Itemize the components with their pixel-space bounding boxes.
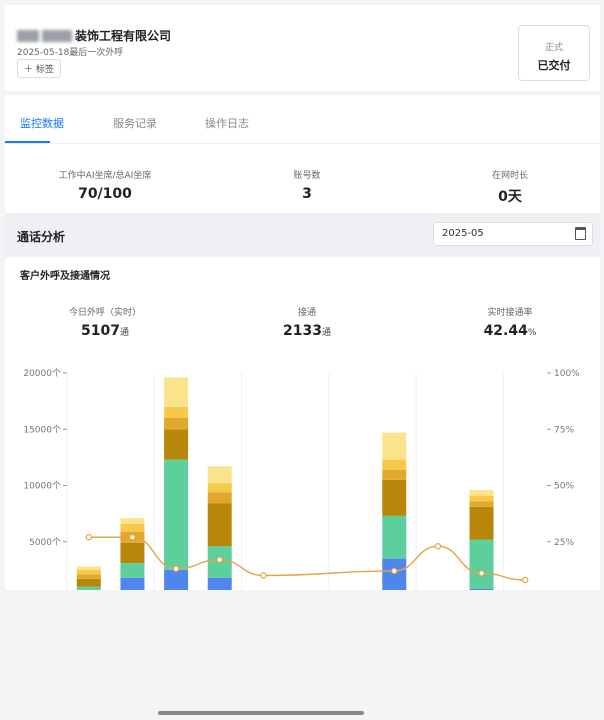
bar-segment: [76, 578, 101, 587]
bar-segment: [382, 515, 407, 559]
stat-accounts: 账号数 3: [227, 168, 387, 202]
left-tick-label: 5000个: [29, 537, 61, 548]
stat-label: 在网时长: [491, 171, 528, 181]
connect-rate-point: [478, 570, 485, 577]
right-tick-label: 100%: [554, 369, 580, 379]
tab-service-records[interactable]: 服务记录: [113, 115, 157, 131]
bar-segment: [120, 518, 145, 524]
summary-label: 实时接通率: [487, 308, 533, 318]
bar-segment: [207, 492, 232, 504]
bar-segment: [164, 377, 189, 407]
bar-segment: [120, 577, 145, 590]
stat-value: 70/100: [78, 186, 132, 202]
status-value: 已交付: [537, 59, 571, 72]
connect-rate-point: [391, 567, 398, 575]
summary-connect-rate: 实时接通率 42.44%: [430, 305, 590, 339]
right-tick-label: 75%: [554, 425, 574, 435]
summary-label: 接通: [297, 308, 316, 318]
bar-segment: [382, 459, 407, 470]
bar-segment: [382, 558, 407, 590]
month-picker[interactable]: 2025-05: [433, 222, 593, 246]
summary-value: 42.44%: [483, 323, 537, 339]
redacted-text: [42, 29, 72, 42]
section-title: 客户外呼及接通情况: [20, 271, 110, 282]
bar-segment: [164, 406, 189, 418]
bar-segment: [382, 479, 407, 516]
stat-label: 账号数: [293, 171, 321, 181]
bar-segment: [120, 523, 145, 532]
stat-ai-seats: 工作中AI坐席/总AI坐席 70/100: [25, 168, 185, 202]
add-tag-button[interactable]: ＋ 标签: [17, 59, 61, 78]
summary-today-calls: 今日外呼（实时） 5107通: [25, 305, 185, 339]
empty-area: [0, 590, 604, 720]
connect-rate-point: [129, 534, 136, 541]
summary-connected: 接通 2133通: [227, 305, 387, 339]
calendar-icon: [575, 227, 586, 240]
bar-segment: [76, 566, 101, 570]
summary-value: 5107通: [81, 323, 129, 339]
left-tick-label: 10000个: [23, 481, 61, 492]
summary-label: 今日外呼（实时）: [68, 308, 141, 318]
connect-rate-point: [172, 565, 180, 572]
bar-segment: [207, 483, 232, 493]
bar-segment: [164, 429, 189, 460]
bar-segment: [207, 577, 232, 590]
summary-value: 2133通: [283, 323, 331, 339]
right-tick-label: 50%: [554, 482, 574, 492]
active-tab-indicator: [5, 141, 50, 143]
status-badge: 正式 已交付: [518, 25, 590, 81]
month-value: 2025-05: [442, 228, 484, 239]
bar-segment: [164, 459, 189, 570]
bar-segment: [469, 501, 494, 507]
last-call-time: 2025-05-18最后一次外呼: [17, 48, 124, 58]
home-indicator[interactable]: [158, 711, 364, 715]
call-analysis-header: 通话分析 2025-05: [5, 213, 600, 257]
connect-rate-point: [521, 576, 529, 584]
bar-segment: [164, 418, 189, 430]
tab-operation-log[interactable]: 操作日志: [205, 115, 249, 131]
left-tick-label: 15000个: [23, 424, 61, 435]
redacted-text: [17, 29, 39, 42]
customer-card: 装饰工程有限公司 2025-05-18最后一次外呼 ＋ 标签 正式 已交付 监控…: [5, 5, 600, 590]
right-tick-label: 25%: [554, 538, 574, 548]
tab-monitoring[interactable]: 监控数据: [20, 115, 64, 131]
tab-bar: 监控数据 服务记录 操作日志: [5, 103, 600, 144]
add-tag-label: 标签: [35, 65, 54, 75]
connect-rate-point: [216, 556, 223, 563]
connect-rate-point: [260, 572, 267, 579]
stat-label: 工作中AI坐席/总AI坐席: [58, 171, 152, 181]
stat-online-duration: 在网时长 0天: [430, 168, 590, 206]
bar-segment: [76, 569, 101, 575]
stat-value: 3: [302, 186, 312, 202]
bar-segment: [76, 574, 101, 579]
left-tick-label: 20000个: [23, 368, 61, 379]
plus-icon: ＋: [24, 65, 34, 75]
divider: [5, 91, 600, 95]
stat-value: 0天: [498, 189, 522, 205]
bar-segment: [164, 569, 189, 590]
bar-segment: [120, 563, 145, 578]
company-name: 装饰工程有限公司: [75, 29, 172, 43]
status-label: 正式: [544, 43, 563, 53]
bar-segment: [469, 490, 494, 496]
bar-segment: [469, 495, 494, 502]
company-title: 装饰工程有限公司: [17, 27, 171, 44]
call-analysis-title: 通话分析: [17, 230, 66, 244]
calls-chart: 20000个 15000个 10000个 5000个 100% 75% 50% 25%: [23, 368, 580, 590]
bar-segment: [382, 469, 407, 480]
bar-segment: [382, 432, 407, 460]
bar-segment: [469, 506, 494, 540]
bar-segment: [207, 503, 232, 547]
connect-rate-point: [85, 534, 93, 541]
bar-segment: [207, 466, 232, 484]
connect-rate-point: [434, 543, 442, 550]
bar-segment: [120, 542, 145, 564]
bar-segment: [469, 539, 494, 589]
